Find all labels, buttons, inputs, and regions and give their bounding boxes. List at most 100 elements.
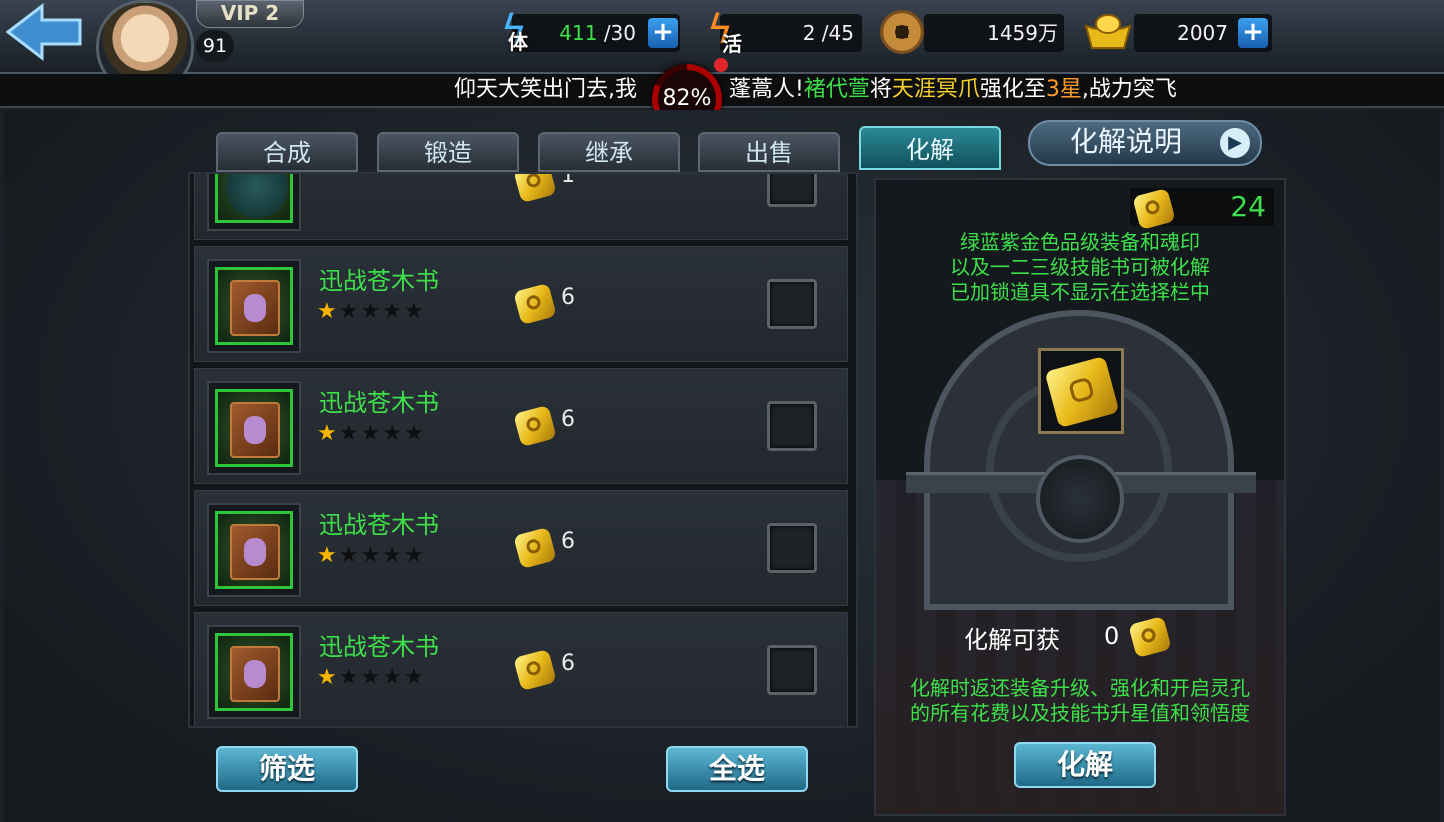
vip-badge[interactable]: VIP 2	[196, 0, 304, 28]
announcement-marquee: 仰天大笑出门去,我 蓬蒿人!褚代萱将天涯冥爪强化至3星,战力突飞	[0, 74, 1444, 108]
tab-forge[interactable]: 锻造	[377, 132, 519, 172]
star-icon: ★	[317, 665, 339, 690]
item-list[interactable]: 1 迅战苍木书 ★★★★★ 6 迅战苍木书 ★★★★★ 6 迅战苍木书 ★★★★★ 6 迅战苍木书…	[188, 172, 858, 728]
filter-button[interactable]: 筛选	[216, 746, 358, 792]
item-value: 6	[561, 285, 575, 310]
gold-nugget-icon	[513, 282, 557, 326]
item-checkbox[interactable]	[767, 174, 817, 207]
item-thumbnail	[207, 174, 301, 231]
star-icon: ★	[338, 299, 361, 324]
item-thumbnail	[207, 503, 301, 597]
item-name: 迅战苍木书	[319, 511, 439, 539]
item-name: 迅战苍木书	[319, 389, 439, 417]
list-item[interactable]: 迅战苍木书 ★★★★★ 6	[194, 368, 848, 484]
list-item[interactable]: 迅战苍木书 ★★★★★ 6	[194, 490, 848, 606]
item-name: 迅战苍木书	[319, 633, 439, 661]
yield-value: 0	[1104, 622, 1120, 650]
select-all-button[interactable]: 全选	[666, 746, 808, 792]
item-name: 迅战苍木书	[319, 267, 439, 295]
item-value: 6	[561, 529, 575, 554]
decompose-note: 化解时返还装备升级、强化和开启灵孔 的所有花费以及技能书升星值和领悟度	[910, 676, 1250, 725]
star-icon: ★	[403, 299, 426, 324]
activity-bar: ϟ 活 2 /45	[707, 7, 862, 56]
item-value: 6	[561, 407, 575, 432]
balance-value: 24	[1230, 190, 1266, 223]
star-icon: ★	[382, 665, 404, 690]
gold-bar: 2007 +	[1134, 14, 1272, 52]
gold-nugget-icon	[1044, 355, 1120, 429]
announcement-text: 仰天大笑出门去,我 蓬蒿人!褚代萱将天涯冥爪强化至3星,战力突飞	[454, 77, 1177, 102]
star-icon: ★	[317, 299, 339, 324]
stamina-value: 411 /30	[559, 21, 636, 45]
tab-sell[interactable]: 出售	[698, 132, 840, 172]
gold-nugget-icon	[513, 174, 557, 204]
star-icon: ★	[338, 543, 361, 568]
skill-book-icon	[230, 402, 280, 458]
orb-icon	[226, 174, 288, 218]
activity-value: 2 /45	[802, 21, 854, 45]
notification-dot	[714, 58, 728, 72]
activity-label: 活	[722, 32, 742, 56]
star-icon: ★	[382, 299, 404, 324]
star-icon: ★	[403, 665, 426, 690]
star-icon: ★	[360, 665, 383, 690]
yield-label: 化解可获	[964, 626, 1060, 654]
item-thumbnail	[207, 381, 301, 475]
dragon-emblem-icon	[1036, 455, 1124, 543]
item-checkbox[interactable]	[767, 523, 817, 573]
player-level: 91	[196, 30, 234, 62]
gold-value: 2007	[1177, 21, 1228, 45]
gold-nugget-icon	[513, 404, 557, 448]
skill-book-icon	[230, 524, 280, 580]
star-icon: ★	[317, 421, 339, 446]
list-item[interactable]: 迅战苍木书 ★★★★★ 6	[194, 246, 848, 362]
star-rating: ★★★★★	[317, 665, 426, 690]
stamina-label: 体	[508, 30, 528, 54]
copper-coin-icon	[880, 10, 924, 54]
star-icon: ★	[382, 421, 404, 446]
star-rating: ★★★★★	[317, 421, 426, 446]
item-checkbox[interactable]	[767, 401, 817, 451]
star-icon: ★	[338, 421, 361, 446]
star-icon: ★	[403, 421, 426, 446]
item-checkbox[interactable]	[767, 279, 817, 329]
tab-decompose[interactable]: 化解	[859, 126, 1001, 170]
star-icon: ★	[360, 543, 383, 568]
add-gold-button[interactable]: +	[1238, 18, 1268, 48]
tab-synthesize[interactable]: 合成	[216, 132, 358, 172]
list-item[interactable]: 迅战苍木书 ★★★★★ 6	[194, 612, 848, 726]
decompose-help-button[interactable]: 化解说明 ▶	[1028, 120, 1262, 166]
decompose-button[interactable]: 化解	[1014, 742, 1156, 788]
star-rating: ★★★★★	[317, 543, 426, 568]
gold-ingot-icon	[1084, 14, 1132, 49]
help-label: 化解说明	[1070, 125, 1183, 158]
product-slot[interactable]	[1038, 348, 1124, 434]
skill-book-icon	[230, 646, 280, 702]
star-icon: ★	[360, 421, 383, 446]
item-value: 1	[561, 172, 575, 188]
star-icon: ★	[403, 543, 426, 568]
item-checkbox[interactable]	[767, 645, 817, 695]
tab-inherit[interactable]: 继承	[538, 132, 680, 172]
gold-nugget-icon	[1132, 187, 1176, 231]
copper-bar: 1459万	[924, 14, 1064, 52]
star-icon: ★	[338, 665, 361, 690]
item-value: 6	[561, 651, 575, 676]
star-icon: ★	[317, 543, 339, 568]
gold-nugget-icon	[513, 648, 557, 692]
add-stamina-button[interactable]: +	[648, 18, 678, 48]
item-thumbnail	[207, 259, 301, 353]
copper-value: 1459万	[987, 21, 1058, 45]
decompose-panel: 24 绿蓝紫金色品级装备和魂印 以及一二三级技能书可被化解 已加锁道具不显示在选…	[874, 178, 1286, 816]
star-icon: ★	[360, 299, 383, 324]
decompose-info: 绿蓝紫金色品级装备和魂印 以及一二三级技能书可被化解 已加锁道具不显示在选择栏中	[950, 230, 1210, 304]
back-arrow-icon[interactable]	[4, 2, 84, 62]
currency-balance: 24	[1130, 187, 1274, 231]
star-icon: ★	[382, 543, 404, 568]
star-rating: ★★★★★	[317, 299, 426, 324]
stamina-bar: ϟ 体 411 /30 +	[501, 7, 680, 54]
play-arrow-icon: ▶	[1220, 128, 1250, 158]
list-item[interactable]: 1	[194, 172, 848, 240]
gold-nugget-icon	[513, 526, 557, 570]
item-thumbnail	[207, 625, 301, 719]
